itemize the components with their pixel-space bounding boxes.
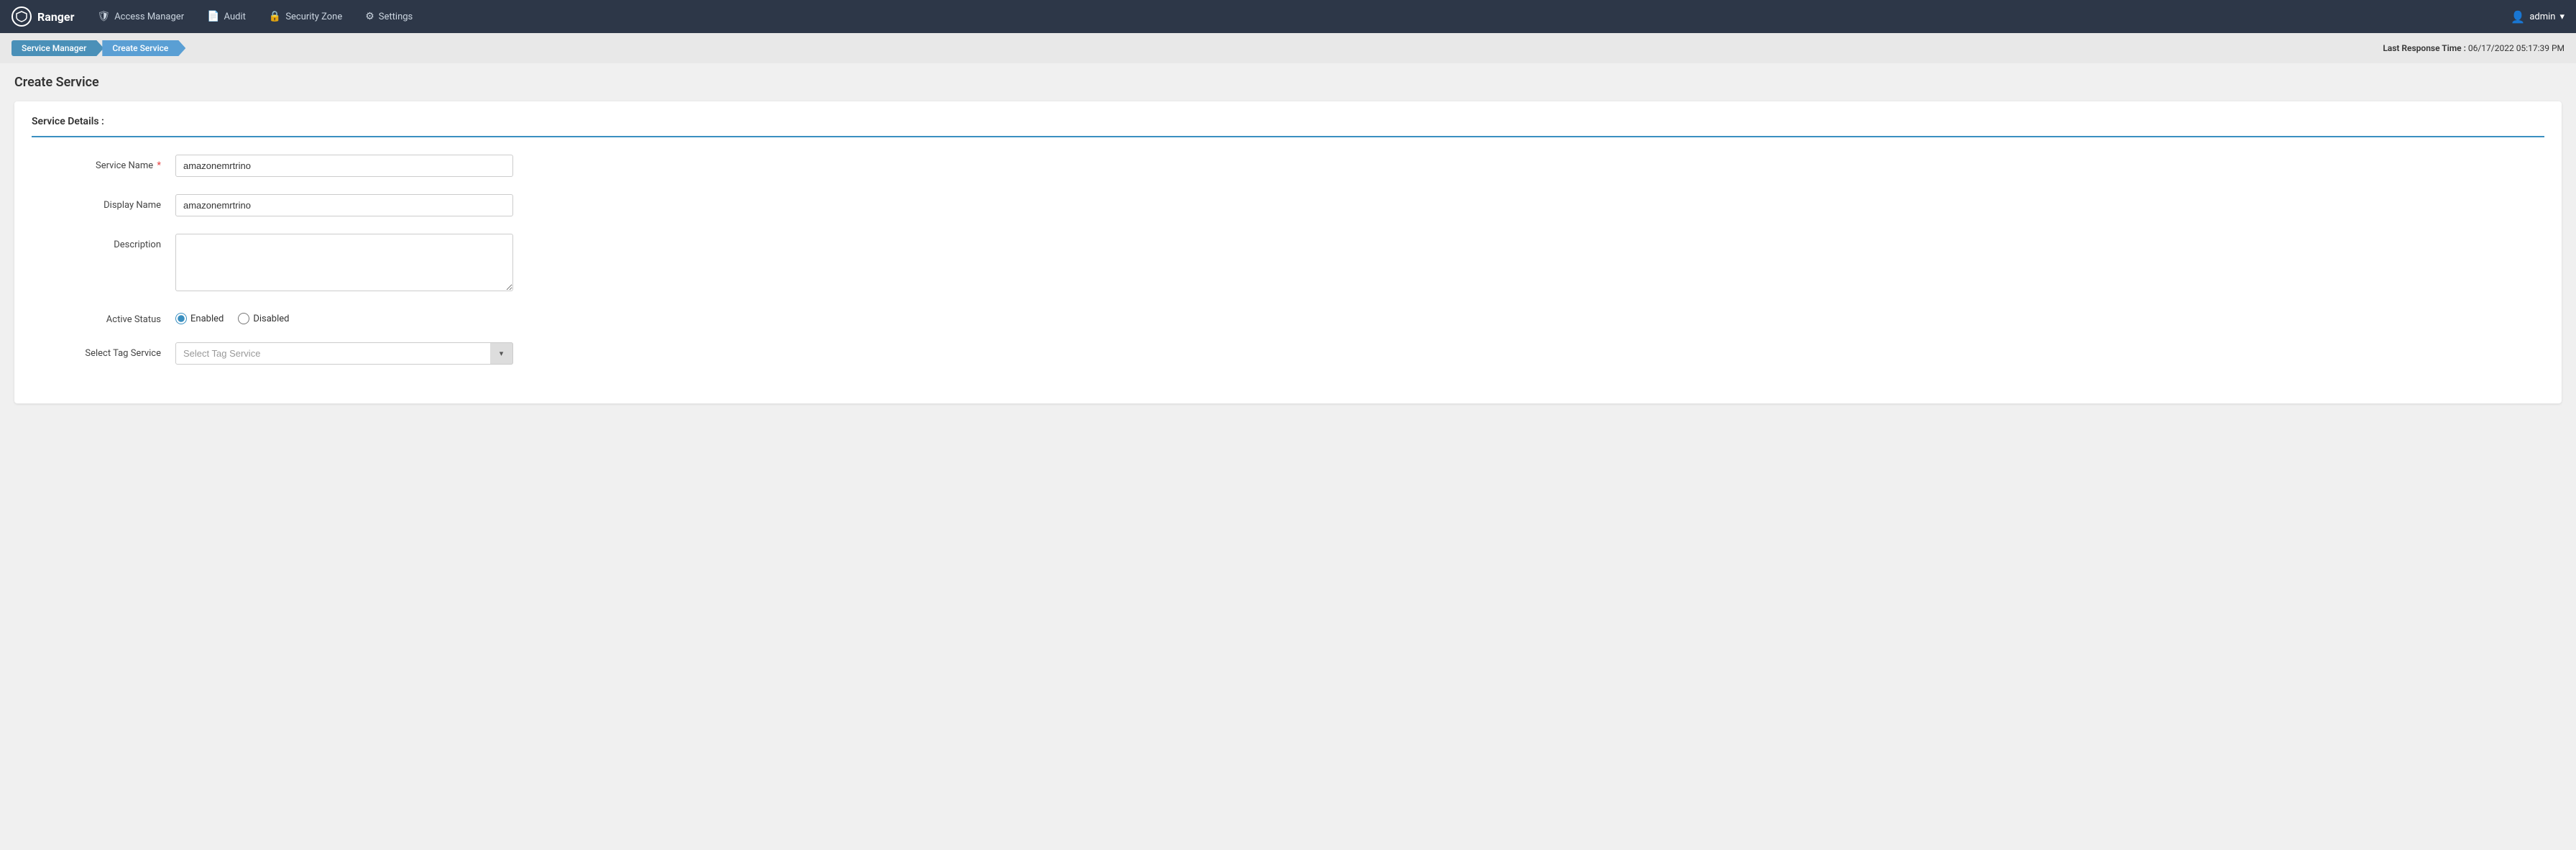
- display-name-label: Display Name: [32, 194, 175, 211]
- page-title: Create Service: [14, 75, 2562, 90]
- select-tag-service-wrapper: Select Tag Service ▾: [175, 342, 513, 365]
- description-label: Description: [32, 234, 175, 250]
- display-name-row: Display Name: [32, 194, 678, 216]
- breadcrumb-create-service[interactable]: Create Service: [102, 40, 185, 56]
- admin-chevron-icon: ▾: [2559, 12, 2564, 22]
- nav-audit-label: Audit: [224, 12, 246, 22]
- nav-settings[interactable]: ⚙ Settings: [354, 0, 424, 33]
- nav-security-zone-label: Security Zone: [285, 12, 342, 22]
- active-status-row: Active Status Enabled Disabled: [32, 309, 678, 325]
- nav-access-manager-label: Access Manager: [114, 12, 184, 22]
- admin-menu[interactable]: 👤 admin ▾: [2511, 10, 2564, 24]
- brand-label: Ranger: [37, 10, 74, 24]
- audit-icon: 📄: [207, 11, 219, 22]
- service-name-label: Service Name *: [32, 155, 175, 171]
- admin-label: admin: [2529, 12, 2555, 22]
- select-tag-service-label: Select Tag Service: [32, 342, 175, 359]
- last-response-time: Last Response Time : 06/17/2022 05:17:39…: [2383, 43, 2564, 53]
- nav-audit[interactable]: 📄 Audit: [196, 0, 257, 33]
- breadcrumb-service-manager[interactable]: Service Manager: [12, 40, 104, 56]
- nav-settings-label: Settings: [379, 12, 413, 22]
- breadcrumb: Service Manager Create Service: [12, 40, 185, 56]
- nav-security-zone[interactable]: 🔒 Security Zone: [257, 0, 354, 33]
- security-zone-icon: 🔒: [269, 11, 281, 22]
- enabled-radio[interactable]: [175, 313, 187, 324]
- service-name-required: *: [155, 160, 161, 171]
- access-manager-icon: 🛡: [97, 11, 110, 22]
- active-status-label: Active Status: [32, 309, 175, 325]
- disabled-label: Disabled: [253, 314, 289, 324]
- enabled-option[interactable]: Enabled: [175, 313, 224, 324]
- nav-access-manager[interactable]: 🛡 Access Manager: [86, 0, 196, 33]
- disabled-option[interactable]: Disabled: [238, 313, 289, 324]
- brand[interactable]: Ranger: [12, 6, 74, 27]
- service-name-input[interactable]: [175, 155, 513, 177]
- section-title: Service Details :: [32, 116, 2544, 137]
- settings-icon: ⚙: [365, 11, 374, 22]
- page-content: Create Service Service Details : Service…: [0, 63, 2576, 415]
- description-input[interactable]: [175, 234, 513, 291]
- select-tag-service-row: Select Tag Service Select Tag Service ▾: [32, 342, 678, 365]
- breadcrumb-bar: Service Manager Create Service Last Resp…: [0, 33, 2576, 63]
- enabled-label: Enabled: [190, 314, 224, 324]
- admin-icon: 👤: [2511, 10, 2525, 24]
- navbar: Ranger 🛡 Access Manager 📄 Audit 🔒 Securi…: [0, 0, 2576, 33]
- brand-icon: [12, 6, 32, 27]
- display-name-input[interactable]: [175, 194, 513, 216]
- form-card: Service Details : Service Name * Display…: [14, 101, 2562, 403]
- active-status-group: Enabled Disabled: [175, 309, 290, 324]
- disabled-radio[interactable]: [238, 313, 249, 324]
- description-row: Description: [32, 234, 678, 291]
- service-name-row: Service Name *: [32, 155, 678, 177]
- select-tag-service-input[interactable]: Select Tag Service: [175, 342, 513, 365]
